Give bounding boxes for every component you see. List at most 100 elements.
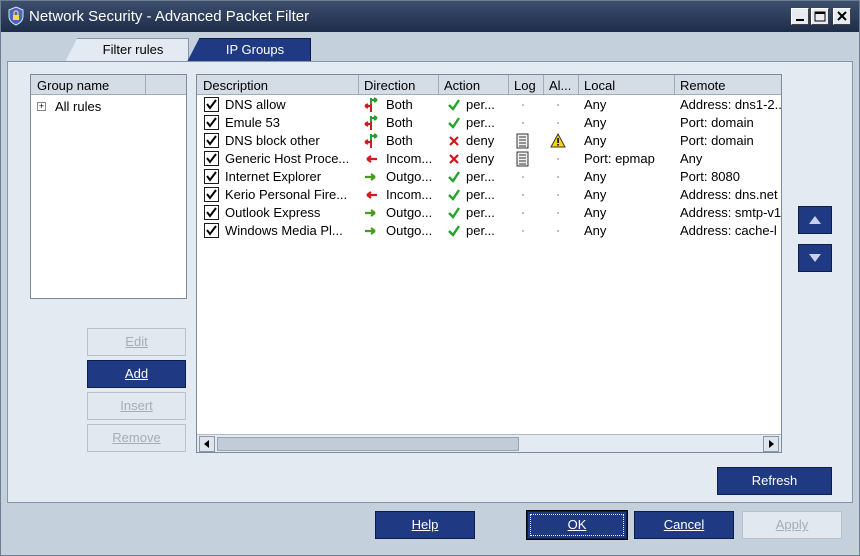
rule-direction: Both bbox=[386, 115, 413, 130]
rule-direction: Outgo... bbox=[386, 205, 433, 220]
empty-cell-dot bbox=[522, 122, 524, 124]
tab-filter-rules[interactable]: Filter rules bbox=[65, 38, 189, 62]
expand-icon[interactable]: + bbox=[37, 102, 46, 111]
table-row[interactable]: Windows Media Pl... Outgo... per... Any Addr… bbox=[197, 222, 781, 240]
scroll-right-icon bbox=[769, 440, 774, 448]
column-action[interactable]: Action bbox=[444, 78, 480, 93]
apply-label: Apply bbox=[775, 517, 809, 532]
insert-button[interactable]: Insert bbox=[87, 392, 186, 420]
rule-enabled-checkbox[interactable] bbox=[204, 133, 219, 148]
group-list-header[interactable]: Group name bbox=[31, 75, 186, 95]
rule-local: Any bbox=[584, 169, 607, 184]
group-list[interactable]: Group name + All rules bbox=[30, 74, 187, 299]
close-button[interactable] bbox=[833, 8, 851, 25]
add-button[interactable]: Add bbox=[87, 360, 186, 388]
shield-lock-icon bbox=[8, 6, 24, 26]
move-up-button[interactable] bbox=[798, 206, 832, 234]
tab-label: IP Groups bbox=[225, 42, 285, 57]
rule-remote: Address: cache-l bbox=[680, 223, 777, 238]
scroll-right-button[interactable] bbox=[763, 436, 779, 452]
empty-cell-dot bbox=[557, 212, 559, 214]
table-row[interactable]: Generic Host Proce... Incom... deny Port: e… bbox=[197, 150, 781, 168]
remove-label: Remove bbox=[112, 430, 161, 445]
rule-enabled-checkbox[interactable] bbox=[204, 115, 219, 130]
rule-action: per... bbox=[466, 187, 495, 202]
rule-description: Internet Explorer bbox=[225, 169, 322, 184]
column-alert[interactable]: Al... bbox=[549, 78, 571, 93]
rule-enabled-checkbox[interactable] bbox=[204, 97, 219, 112]
rule-action: deny bbox=[466, 151, 495, 166]
move-down-icon bbox=[809, 254, 821, 262]
table-row[interactable]: Internet Explorer Outgo... per... Any Port: … bbox=[197, 168, 781, 186]
rule-remote: Port: domain bbox=[680, 115, 754, 130]
table-row[interactable]: Kerio Personal Fire... Incom... per... Any A… bbox=[197, 186, 781, 204]
apply-button[interactable]: Apply bbox=[742, 511, 842, 539]
maximize-button[interactable] bbox=[811, 8, 829, 25]
empty-cell-dot bbox=[557, 122, 559, 124]
empty-cell-dot bbox=[557, 176, 559, 178]
checkmark-icon bbox=[206, 153, 217, 164]
tab-bar: Filter rules IP Groups bbox=[1, 32, 859, 62]
rule-local: Any bbox=[584, 115, 607, 130]
rule-remote: Address: dns.net bbox=[680, 187, 778, 202]
empty-cell-dot bbox=[522, 176, 524, 178]
table-row[interactable]: Emule 53 Both per... Any Port: domain bbox=[197, 114, 781, 132]
column-log[interactable]: Log bbox=[514, 78, 536, 93]
x-icon bbox=[447, 134, 461, 151]
refresh-button[interactable]: Refresh bbox=[717, 467, 832, 495]
tab-ip-groups[interactable]: IP Groups bbox=[187, 38, 311, 62]
rule-enabled-checkbox[interactable] bbox=[204, 151, 219, 166]
empty-cell-dot bbox=[522, 230, 524, 232]
column-remote[interactable]: Remote bbox=[680, 78, 726, 93]
help-button[interactable]: Help bbox=[375, 511, 475, 539]
ok-button[interactable]: OK bbox=[527, 511, 627, 539]
help-label: Help bbox=[411, 517, 439, 532]
table-row[interactable]: DNS block other Both deny Any Port: domain bbox=[197, 132, 781, 150]
rule-remote: Any bbox=[680, 151, 703, 166]
title-bar[interactable]: Network Security - Advanced Packet Filte… bbox=[1, 1, 859, 32]
column-description[interactable]: Description bbox=[203, 78, 268, 93]
column-divider bbox=[438, 75, 439, 95]
horizontal-scrollbar[interactable] bbox=[197, 434, 781, 452]
checkmark-icon bbox=[206, 207, 217, 218]
empty-cell-dot bbox=[522, 194, 524, 196]
column-divider bbox=[508, 75, 509, 95]
cancel-button[interactable]: Cancel bbox=[634, 511, 734, 539]
check-icon bbox=[447, 224, 461, 241]
rule-enabled-checkbox[interactable] bbox=[204, 205, 219, 220]
checkmark-icon bbox=[206, 171, 217, 182]
rule-local: Any bbox=[584, 97, 607, 112]
scroll-left-icon bbox=[204, 440, 209, 448]
rule-description: Emule 53 bbox=[225, 115, 280, 130]
empty-cell-dot bbox=[522, 212, 524, 214]
checkmark-icon bbox=[206, 117, 217, 128]
table-row[interactable]: DNS allow Both per... Any Address: dns1-2... bbox=[197, 96, 781, 114]
minimize-button[interactable] bbox=[791, 8, 809, 25]
group-name-column: Group name bbox=[37, 78, 110, 93]
edit-button[interactable]: Edit bbox=[87, 328, 186, 356]
remove-button[interactable]: Remove bbox=[87, 424, 186, 452]
rule-action: per... bbox=[466, 223, 495, 238]
check-icon bbox=[447, 206, 461, 223]
column-direction[interactable]: Direction bbox=[364, 78, 415, 93]
scroll-left-button[interactable] bbox=[199, 436, 215, 452]
rule-action: per... bbox=[466, 169, 495, 184]
rules-table[interactable]: Description Direction Action Log Al... L… bbox=[196, 74, 782, 453]
rule-description: Kerio Personal Fire... bbox=[225, 187, 348, 202]
window-title: Network Security - Advanced Packet Filte… bbox=[29, 8, 310, 25]
column-local[interactable]: Local bbox=[584, 78, 615, 93]
refresh-label: Refresh bbox=[751, 473, 798, 488]
rule-direction: Both bbox=[386, 97, 413, 112]
rule-enabled-checkbox[interactable] bbox=[204, 187, 219, 202]
table-row[interactable]: Outlook Express Outgo... per... Any Address:… bbox=[197, 204, 781, 222]
minimize-icon bbox=[796, 19, 804, 21]
column-divider bbox=[543, 75, 544, 95]
move-down-button[interactable] bbox=[798, 244, 832, 272]
rule-description: Windows Media Pl... bbox=[225, 223, 343, 238]
scrollbar-thumb[interactable] bbox=[217, 437, 519, 451]
group-item-label: All rules bbox=[55, 99, 102, 114]
rule-description: DNS block other bbox=[225, 133, 320, 148]
rule-enabled-checkbox[interactable] bbox=[204, 223, 219, 238]
rule-enabled-checkbox[interactable] bbox=[204, 169, 219, 184]
rule-remote: Address: dns1-2... bbox=[680, 97, 782, 112]
